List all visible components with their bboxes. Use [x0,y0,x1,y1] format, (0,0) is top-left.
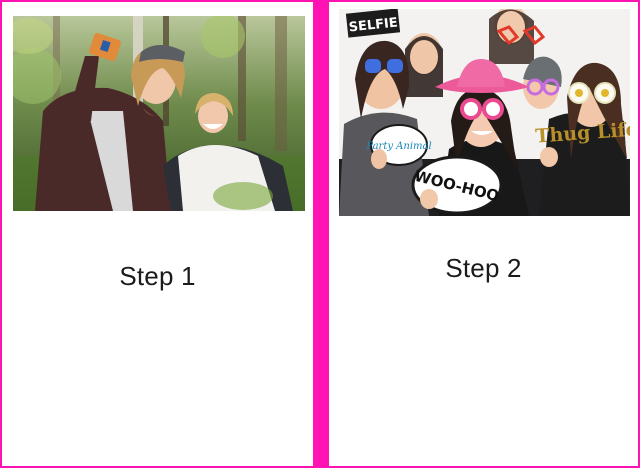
step-2-caption: Step 2 [445,253,522,283]
step-2-photo: SELFIE Party Animal WOO-HOO Thug Life [339,9,630,216]
step-2-panel: SELFIE Party Animal WOO-HOO Thug Life St… [329,2,638,466]
step-1-photo [13,16,305,211]
step-1-panel: Step 1 [2,2,313,466]
step-1-caption: Step 1 [119,261,196,291]
